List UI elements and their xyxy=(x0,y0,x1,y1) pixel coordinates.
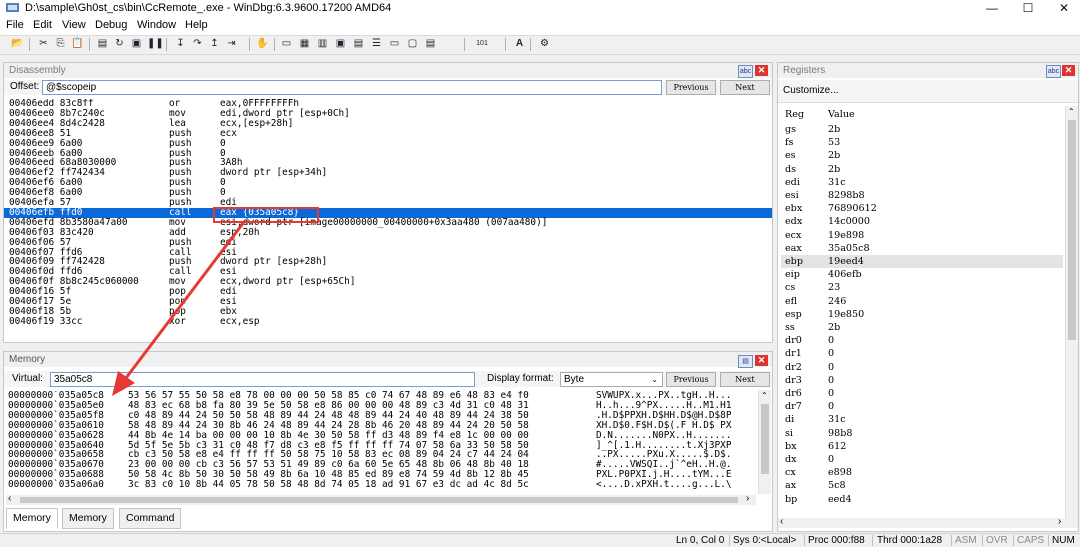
status-separator xyxy=(951,535,952,546)
status-ovr: OVR xyxy=(986,535,1008,546)
annotation-arrowhead xyxy=(112,371,135,396)
annotation-highlight-box xyxy=(213,207,319,223)
status-sys: Sys 0:<Local> xyxy=(733,535,797,546)
status-asm: ASM xyxy=(955,535,977,546)
status-separator xyxy=(804,535,805,546)
annotation-overlay xyxy=(112,207,319,396)
status-proc: Proc 000:f88 xyxy=(808,535,865,546)
annotation-arrow xyxy=(124,221,246,379)
status-bar: Ln 0, Col 0 Sys 0:<Local> Proc 000:f88 T… xyxy=(0,533,1080,547)
status-separator xyxy=(729,535,730,546)
status-separator xyxy=(872,535,873,546)
status-separator xyxy=(1013,535,1014,546)
status-separator xyxy=(982,535,983,546)
status-thrd: Thrd 000:1a28 xyxy=(877,535,943,546)
status-num: NUM xyxy=(1052,535,1075,546)
status-separator xyxy=(1048,535,1049,546)
status-caps: CAPS xyxy=(1017,535,1045,546)
status-position: Ln 0, Col 0 xyxy=(676,535,725,546)
